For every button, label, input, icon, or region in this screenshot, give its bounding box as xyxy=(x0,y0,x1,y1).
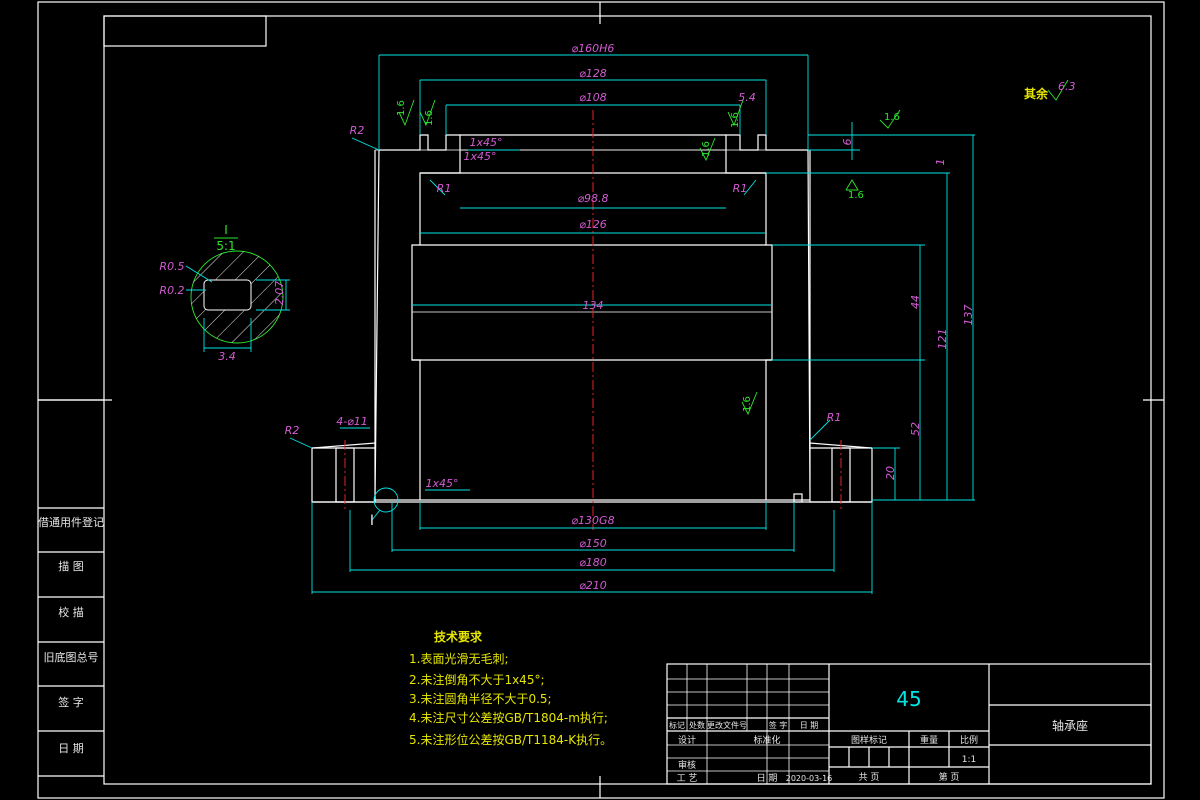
dim-r1-left: R1 xyxy=(437,182,452,195)
dim-1: 1 xyxy=(934,159,947,166)
dim-d108: ⌀108 xyxy=(579,91,607,104)
dim-r2-bottom: R2 xyxy=(285,424,300,437)
tb-total-sheets: 共 页 xyxy=(859,772,880,783)
tech-item: 2.未注倒角不大于1x45°; xyxy=(409,672,545,687)
detail-r05: R0.5 xyxy=(159,260,184,273)
dimension-texts: ⌀160H6 ⌀128 ⌀108 5.4 ⌀98.8 ⌀126 134 ⌀130… xyxy=(285,42,975,592)
dim-r2-top: R2 xyxy=(350,124,365,137)
dim-d160: ⌀160H6 xyxy=(572,42,615,55)
dim-d180: ⌀180 xyxy=(579,556,607,569)
roughness-note-label: 其余 xyxy=(1024,86,1049,101)
tb-review: 审核 xyxy=(678,759,696,771)
tb-process: 工 艺 xyxy=(677,773,698,784)
tech-item: 3.未注圆角半径不大于0.5; xyxy=(409,691,552,706)
roughness-symbols xyxy=(398,79,1069,416)
drawing-frame xyxy=(37,1,1165,799)
rough-text: 1.6 xyxy=(884,112,900,123)
tb-stage-mark: 图样标记 xyxy=(851,734,887,746)
dim-20: 20 xyxy=(884,466,897,480)
tb-standard: 标准化 xyxy=(753,734,780,746)
dim-holes: 4-⌀11 xyxy=(336,415,368,428)
tb-sheet-no: 第 页 xyxy=(939,771,960,783)
tb-date-label: 日 期 xyxy=(757,773,778,784)
rough-text: 1.6 xyxy=(701,141,712,157)
dimension-lines xyxy=(289,54,975,594)
dim-121: 121 xyxy=(936,329,949,350)
side-label: 日 期 xyxy=(58,742,84,755)
tech-title: 技术要求 xyxy=(434,629,483,644)
roughness-note-value: 6.3 xyxy=(1058,80,1076,93)
rough-text: 1.6 xyxy=(730,112,741,128)
dim-d150: ⌀150 xyxy=(579,537,607,550)
title-part-name: 轴承座 xyxy=(1052,718,1088,733)
dim-d128: ⌀128 xyxy=(579,67,607,80)
dim-r1-bottom: R1 xyxy=(827,411,842,424)
side-label: 旧底图总号 xyxy=(44,650,99,664)
dim-134: 134 xyxy=(583,299,604,312)
side-label: 描 图 xyxy=(58,559,84,573)
rough-text: 1.6 xyxy=(424,110,435,126)
dim-d98-8: ⌀98.8 xyxy=(577,192,608,205)
detail-h207: 2.07 xyxy=(273,281,286,306)
detail-marker-label: I xyxy=(370,513,374,529)
side-label: 签 字 xyxy=(58,695,84,709)
tb-header: 更改文件号 xyxy=(707,720,747,730)
top-left-box xyxy=(103,15,267,47)
dim-d210: ⌀210 xyxy=(579,579,607,592)
detail-r02: R0.2 xyxy=(159,284,184,297)
tb-header: 签 字 xyxy=(769,720,788,730)
dim-d130: ⌀130G8 xyxy=(571,514,614,527)
dim-6: 6 xyxy=(841,139,854,146)
dim-chamfer-2: 1x45° xyxy=(463,150,496,163)
rough-text: 1.6 xyxy=(396,100,407,116)
detail-w34: 3.4 xyxy=(218,350,236,363)
detail-label: I xyxy=(224,223,228,237)
rough-text: 1.6 xyxy=(742,396,753,412)
drawing-canvas: 借通用件登记 描 图 校 描 旧底图总号 签 字 日 期 ⌀160H6 ⌀128… xyxy=(37,1,1165,799)
tb-header: 处数 xyxy=(689,720,705,730)
dim-44: 44 xyxy=(909,295,922,309)
tb-scale-label: 比例 xyxy=(960,734,978,746)
title-material: 45 xyxy=(896,687,921,711)
dim-137: 137 xyxy=(962,305,975,326)
tech-item: 4.未注尺寸公差按GB/T1804-m执行; xyxy=(409,710,608,725)
dim-chamfer-3: 1x45° xyxy=(425,477,458,490)
dim-chamfer-1: 1x45° xyxy=(469,136,502,149)
tb-date: 2020-03-16 xyxy=(786,774,833,783)
dim-52: 52 xyxy=(909,422,922,436)
tb-header: 日 期 xyxy=(800,721,819,730)
tb-scale: 1:1 xyxy=(962,755,976,765)
title-block: 45 轴承座 标记 处数 更改文件号 签 字 日 期 设计 标准化 审核 工 艺… xyxy=(666,663,1152,785)
tech-item: 1.表面光滑无毛刺; xyxy=(409,652,509,666)
dim-r1-right: R1 xyxy=(733,182,748,195)
tb-weight: 重量 xyxy=(920,734,938,746)
side-registration-column: 借通用件登记 描 图 校 描 旧底图总号 签 字 日 期 xyxy=(38,399,104,777)
tech-item: 5.未注形位公差按GB/T1184-K执行。 xyxy=(409,732,612,747)
dim-5-4: 5.4 xyxy=(738,91,756,104)
tb-design: 设计 xyxy=(678,734,696,746)
side-label: 校 描 xyxy=(58,605,84,619)
rough-text: 1.6 xyxy=(848,190,864,201)
side-label: 借通用件登记 xyxy=(38,515,104,529)
dim-d126: ⌀126 xyxy=(579,218,607,231)
tb-header: 标记 xyxy=(669,720,685,730)
detail-scale: 5:1 xyxy=(216,239,235,253)
technical-requirements: 技术要求 1.表面光滑无毛刺; 2.未注倒角不大于1x45°; 3.未注圆角半径… xyxy=(409,629,612,747)
